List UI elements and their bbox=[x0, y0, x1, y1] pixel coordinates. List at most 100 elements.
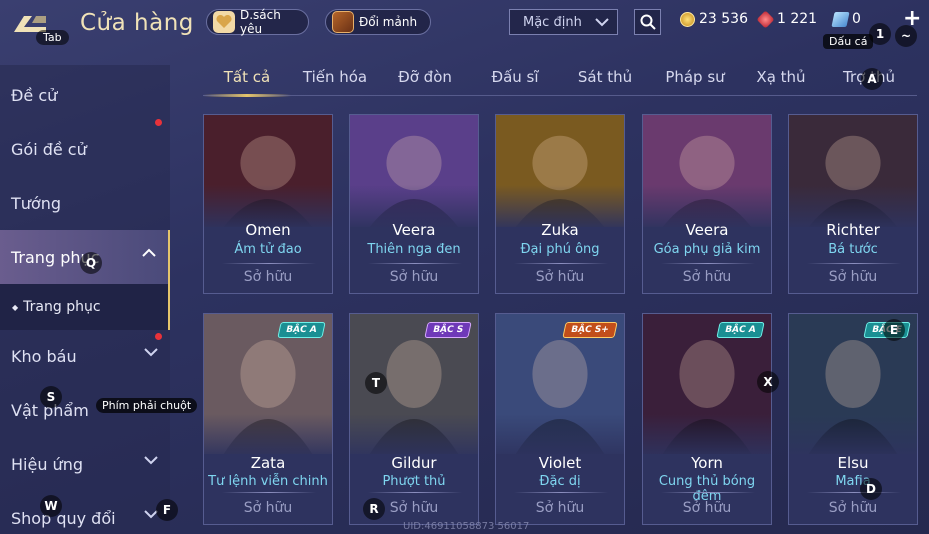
skin-card[interactable]: Veera Thiên nga đen Sở hữu bbox=[349, 114, 479, 294]
voucher-tooltip: Dấu cá bbox=[823, 34, 874, 49]
hero-name: Veera bbox=[392, 221, 436, 239]
tab-marksman[interactable]: Xạ thủ bbox=[739, 68, 823, 86]
hero-name: Yorn bbox=[691, 454, 723, 472]
hotkey-s-badge: S bbox=[40, 386, 62, 408]
portrait-fade bbox=[204, 414, 332, 459]
notification-dot bbox=[155, 333, 162, 340]
user-id-watermark: UID:46911058873 56017 bbox=[403, 521, 530, 532]
hotkey-t-badge: T bbox=[365, 372, 387, 394]
voucher-icon bbox=[831, 11, 850, 27]
tier-badge: BẬC A bbox=[716, 322, 765, 338]
hero-name: Omen bbox=[245, 221, 291, 239]
wishlist-button[interactable]: D.sách yêu bbox=[206, 8, 309, 36]
sidebar-item-exchange-shop[interactable]: Shop quy đổi bbox=[0, 491, 170, 534]
divider bbox=[807, 492, 901, 493]
hero-name: Zuka bbox=[541, 221, 579, 239]
skin-card[interactable]: Zuka Đại phú ông Sở hữu bbox=[495, 114, 625, 294]
divider bbox=[661, 263, 755, 264]
hotkey-tilde-badge: ~ bbox=[895, 25, 917, 47]
owned-status: Sở hữu bbox=[828, 269, 878, 285]
hotkey-r-badge: R bbox=[363, 498, 385, 520]
notification-dot bbox=[155, 119, 162, 126]
tab-mage[interactable]: Pháp sư bbox=[653, 68, 737, 86]
tab-tank[interactable]: Đỡ đòn bbox=[383, 68, 467, 86]
ruby-gem-icon bbox=[756, 9, 775, 29]
sidebar-item-label: Tướng bbox=[11, 193, 61, 213]
divider bbox=[661, 492, 755, 493]
portrait-fade bbox=[789, 414, 917, 459]
sidebar-item-recommended-packs[interactable]: Gói đề cử bbox=[0, 119, 170, 176]
hero-name: Richter bbox=[826, 221, 880, 239]
hotkey-e-badge: E bbox=[883, 319, 905, 341]
skin-card[interactable]: Richter Bá tước Sở hữu bbox=[788, 114, 918, 294]
skin-name: Ám tử đao bbox=[234, 242, 302, 257]
tab-fighter[interactable]: Đấu sĩ bbox=[473, 68, 557, 86]
owned-status: Sở hữu bbox=[828, 500, 878, 516]
portrait-fade bbox=[643, 414, 771, 459]
skin-name: Thiên nga đen bbox=[367, 242, 461, 257]
sidebar-item-label: Gói đề cử bbox=[11, 139, 87, 159]
gem-counter: 1 221 bbox=[756, 9, 817, 29]
skin-card[interactable]: BẬC S Gildur Phượt thủ Sở hữu bbox=[349, 313, 479, 525]
owned-status: Sở hữu bbox=[682, 269, 732, 285]
owned-status: Sở hữu bbox=[682, 500, 732, 516]
sidebar-item-label: Kho báu bbox=[11, 346, 77, 366]
hero-name: Zata bbox=[250, 454, 286, 472]
back-button[interactable]: Tab bbox=[10, 10, 69, 45]
skin-card[interactable]: BẬC EElsuMafiaSở hữu bbox=[788, 313, 918, 525]
sidebar-item-recommended[interactable]: Đề cử bbox=[0, 68, 170, 122]
skin-card[interactable]: BẬC A Zata Tư lệnh viễn chinh Sở hữu bbox=[203, 313, 333, 525]
tab-evolution[interactable]: Tiến hóa bbox=[293, 68, 377, 86]
skin-card[interactable]: BẬC S+ Violet Đặc dị Sở hữu bbox=[495, 313, 625, 525]
sidebar-item-label: Hiệu ứng bbox=[11, 454, 83, 474]
skin-card[interactable]: Veera Góa phụ giả kim Sở hữu bbox=[642, 114, 772, 294]
sort-value: Mặc định bbox=[523, 14, 582, 30]
gold-amount: 23 536 bbox=[699, 11, 748, 27]
skin-name: Đại phú ông bbox=[520, 242, 600, 257]
hero-name: Violet bbox=[538, 454, 582, 472]
owned-status: Sở hữu bbox=[535, 269, 585, 285]
divider bbox=[514, 492, 608, 493]
skin-card[interactable]: Omen Ám tử đao Sở hữu bbox=[203, 114, 333, 294]
skin-name: Tư lệnh viễn chinh bbox=[208, 474, 328, 489]
skin-name: Đặc dị bbox=[539, 474, 581, 489]
shard-label: Đổi mảnh bbox=[359, 15, 418, 29]
wishlist-label: D.sách yêu bbox=[240, 8, 281, 36]
hotkey-q-badge: Q bbox=[80, 252, 102, 274]
sidebar-item-treasure[interactable]: Kho báu bbox=[0, 329, 170, 383]
bullet-diamond-icon: ◆ bbox=[12, 302, 19, 312]
heart-icon bbox=[213, 11, 235, 33]
hotkey-a-badge: A bbox=[861, 68, 883, 90]
skin-card[interactable]: BẬC A Yorn Cung thủ bóng đêm Sở hữu bbox=[642, 313, 772, 525]
tier-badge: BẬC A bbox=[277, 322, 326, 338]
shard-exchange-button[interactable]: Đổi mảnh bbox=[325, 9, 431, 35]
sidebar-subitem-skins[interactable]: ◆ Trang phục bbox=[0, 284, 170, 330]
hero-name: Elsu bbox=[837, 454, 869, 472]
sort-dropdown[interactable]: Mặc định bbox=[509, 9, 618, 35]
sidebar-item-label: Đề cử bbox=[11, 85, 58, 105]
search-icon bbox=[640, 14, 656, 30]
right-click-tooltip: Phím phải chuột bbox=[96, 398, 198, 413]
portrait-fade bbox=[350, 414, 478, 459]
divider bbox=[368, 263, 462, 264]
owned-status: Sở hữu bbox=[243, 500, 293, 516]
treasure-chest-icon bbox=[332, 11, 354, 33]
sidebar: Đề cử Gói đề cử Tướng Trang phục ◆ Trang… bbox=[0, 65, 170, 534]
active-tab-underline bbox=[203, 94, 291, 97]
divider bbox=[807, 263, 901, 264]
hero-name: Gildur bbox=[391, 454, 437, 472]
search-button[interactable] bbox=[634, 9, 661, 35]
divider bbox=[514, 263, 608, 264]
hotkey-d-badge: D bbox=[860, 478, 882, 500]
divider bbox=[222, 492, 316, 493]
hero-name: Veera bbox=[685, 221, 729, 239]
hotkey-f-badge: F bbox=[156, 499, 178, 521]
sidebar-subitem-label: Trang phục bbox=[23, 299, 101, 315]
gold-counter: 23 536 bbox=[680, 11, 748, 27]
tab-all[interactable]: Tất cả bbox=[203, 68, 291, 86]
sidebar-item-effects[interactable]: Hiệu ứng bbox=[0, 437, 170, 491]
sidebar-item-heroes[interactable]: Tướng bbox=[0, 176, 170, 230]
tab-assassin[interactable]: Sát thủ bbox=[563, 68, 647, 86]
hotkey-x-badge: X bbox=[757, 371, 779, 393]
chevron-down-icon bbox=[144, 456, 158, 465]
